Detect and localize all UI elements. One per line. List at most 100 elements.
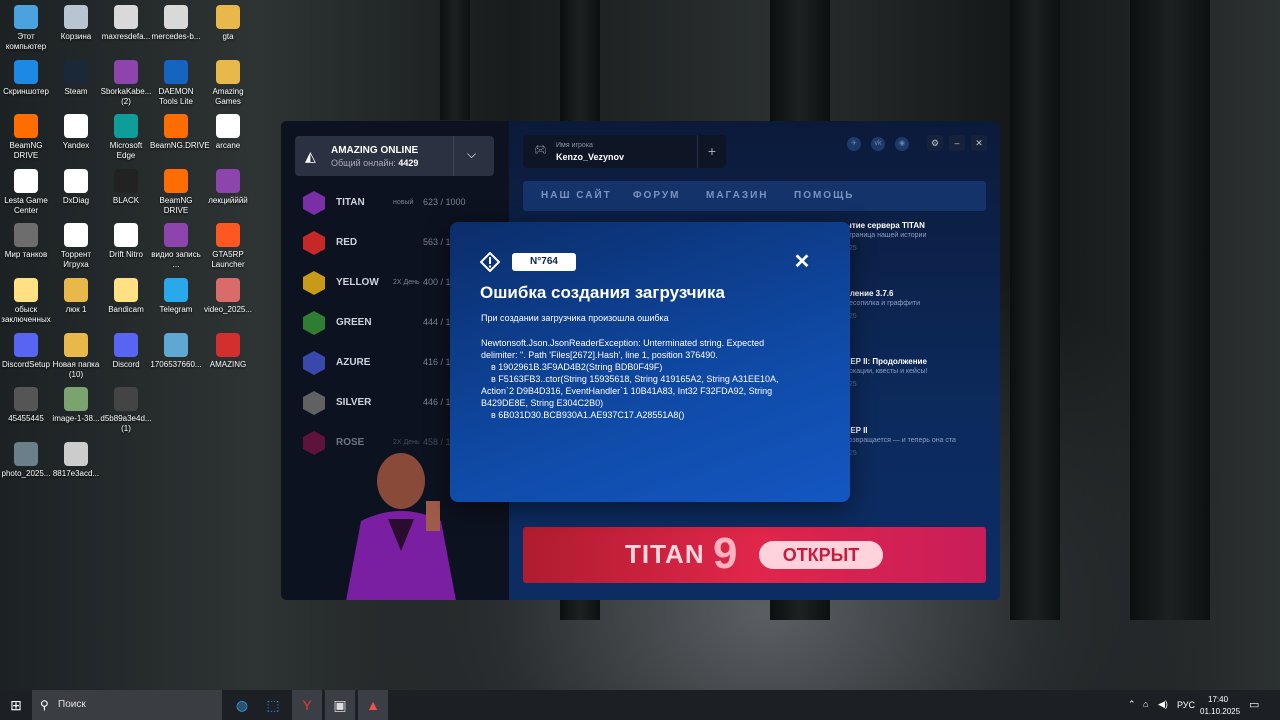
desktop-icon[interactable]: mercedes-b...	[150, 5, 202, 42]
desktop-icon-label: d5b89a3e4d... (1)	[100, 414, 152, 434]
close-icon[interactable]: ✕	[793, 252, 811, 272]
close-window-button[interactable]: ✕	[971, 135, 987, 151]
news-item[interactable]: вление 3.7.6 лесопилка и граффити 025	[845, 289, 920, 320]
chevron-down-icon[interactable]: ⌵	[467, 147, 476, 162]
server-item[interactable]: TITAN новый 623 / 1000	[303, 191, 503, 215]
amazing-launcher-icon[interactable]: ▲	[358, 690, 388, 720]
image-file-icon	[164, 5, 188, 29]
desktop-icon-label: BLACK	[112, 195, 140, 205]
desktop-icon[interactable]: Корзина	[50, 5, 102, 42]
clock-time[interactable]: 17:40	[1208, 695, 1228, 704]
desktop-icon-label: maxresdefa...	[101, 32, 151, 41]
nav-help[interactable]: ПОМОЩЬ	[794, 190, 854, 201]
add-player-button[interactable]: +	[697, 135, 726, 168]
player-name-label: Имя игрока	[556, 142, 593, 149]
server-name: RED	[336, 237, 358, 248]
desktop-icon-label: видио запись ...	[151, 250, 201, 270]
desktop-icon[interactable]: gta	[202, 5, 254, 42]
yandex-browser-icon[interactable]: Y	[292, 690, 322, 720]
file-explorer-icon[interactable]: ▣	[325, 690, 355, 720]
notifications-icon[interactable]: ▭	[1249, 698, 1259, 711]
screenshot-icon[interactable]: ⬚	[258, 690, 288, 720]
chevron-up-icon[interactable]: ⌃	[1128, 699, 1136, 710]
player-name-field[interactable]: 🎮︎ Имя игрока Kenzo_Vezynov +	[523, 135, 726, 168]
desktop-icon[interactable]: Этот компьютер	[0, 5, 52, 52]
nav-site[interactable]: НАШ САЙТ	[541, 190, 612, 201]
desktop-icon[interactable]: Мир танков	[0, 223, 52, 260]
desktop-icon[interactable]: Lesta Game Center	[0, 168, 52, 216]
desktop-icon[interactable]: d5b89a3e4d... (1)	[100, 387, 152, 434]
discord-icon	[14, 332, 38, 357]
desktop-icon[interactable]: SborkaKabe... (2)	[100, 59, 152, 107]
desktop-icon[interactable]: image-1-38...	[50, 387, 102, 424]
gta5rp-icon	[216, 223, 240, 248]
desktop-icon[interactable]: BeamNG.DRIVE	[150, 114, 210, 151]
desktop-icon[interactable]: maxresdefa...	[100, 5, 152, 42]
nav-shop[interactable]: МАГАЗИН	[706, 190, 769, 201]
desktop-icon[interactable]: Microsoft Edge	[100, 114, 152, 161]
video-file-icon	[216, 278, 240, 302]
desktop-icon[interactable]: BLACK	[100, 168, 152, 206]
server-name: TITAN	[336, 197, 365, 208]
desktop-icon[interactable]: photo_2025...	[0, 441, 52, 479]
desktop-icon[interactable]: Bandicam	[100, 278, 152, 315]
desktop-icon[interactable]: arcane	[202, 114, 254, 151]
desktop-icon[interactable]: 8817e3acd...	[50, 441, 102, 479]
archive-icon	[216, 168, 240, 193]
desktop-icon[interactable]: Новая папка (10)	[50, 332, 102, 380]
desktop-icon-label: mercedes-b...	[151, 32, 201, 41]
desktop-icon[interactable]: DiscordSetup	[0, 332, 52, 370]
desktop-icon[interactable]: Скриншотер	[0, 59, 52, 97]
desktop-icon[interactable]: DxDiag	[50, 168, 102, 206]
document-icon	[64, 223, 88, 248]
edge-icon[interactable]: ◍	[228, 690, 256, 720]
desktop-icon[interactable]: DAEMON Tools Lite	[150, 59, 202, 107]
daemon-tools-icon	[164, 59, 188, 84]
gear-icon[interactable]: ⚙	[927, 135, 943, 151]
telegram-icon[interactable]: ✈	[847, 137, 861, 151]
vk-icon[interactable]: vk	[871, 137, 885, 151]
windows-start-icon[interactable]: ⊞	[0, 690, 32, 720]
online-count: Общий онлайн: 4429	[331, 158, 419, 168]
discord-icon[interactable]: ◉	[895, 137, 909, 151]
desktop-icon[interactable]: video_2025...	[202, 278, 254, 315]
desktop-icon[interactable]: BeamNG DRIVE	[150, 168, 202, 216]
news-item[interactable]: EEP II: Продолжение локации, квесты и ке…	[845, 357, 927, 388]
volume-icon[interactable]: ◀)	[1158, 699, 1168, 710]
desktop-icon[interactable]: Торрент Игруха	[50, 223, 102, 270]
desktop-icon[interactable]: лекцийййй	[202, 168, 254, 206]
image-file-icon	[64, 441, 88, 466]
search-box[interactable]: ⚲ Поиск	[32, 690, 222, 720]
desktop-icon[interactable]: 45455445	[0, 387, 52, 424]
desktop-icon[interactable]: Steam	[50, 59, 102, 97]
desktop-icon-label: Telegram	[159, 305, 193, 314]
server-select[interactable]: ◭ AMAZING ONLINE Общий онлайн: 4429 ⌵	[295, 136, 494, 176]
desktop-icon[interactable]: Amazing Games	[202, 59, 254, 107]
error-details: Newtonsoft.Json.JsonReaderException: Unt…	[481, 338, 779, 420]
desktop-icon[interactable]: Telegram	[150, 278, 202, 315]
desktop-icon-label: 45455445	[8, 414, 44, 424]
desktop-icon[interactable]: GTA5RP Launcher	[202, 223, 254, 270]
desktop-icon[interactable]: видио запись ...	[150, 223, 202, 270]
server-hex-icon	[303, 351, 325, 375]
minimize-button[interactable]: –	[949, 135, 965, 151]
language-indicator[interactable]: РУС	[1177, 700, 1195, 710]
folder-icon	[216, 5, 240, 29]
network-icon[interactable]: ⌂	[1143, 699, 1148, 709]
desktop-icon[interactable]: Discord	[100, 332, 152, 370]
desktop-icon[interactable]: Drift Nitro	[100, 223, 152, 260]
clock-date[interactable]: 01.10.2025	[1200, 707, 1240, 716]
desktop-icon[interactable]: люк 1	[50, 278, 102, 315]
desktop-icon[interactable]: обыск заключенных	[0, 278, 52, 325]
desktop-icon[interactable]: AMAZING	[202, 332, 254, 370]
beamng-icon	[14, 114, 38, 139]
news-item[interactable]: ытие сервера TITAN страница нашей истори…	[845, 221, 926, 252]
desktop-icon[interactable]: 1706537660...	[150, 332, 202, 370]
news-item[interactable]: EEP II возвращается — и теперь она ста 0…	[845, 426, 956, 457]
desktop-icon[interactable]: Yandex	[50, 114, 102, 151]
promo-banner[interactable]: TITAN 9 ОТКРЫТ	[523, 527, 986, 583]
desktop-icon[interactable]: BeamNG DRIVE	[0, 114, 52, 161]
yandex-icon	[114, 223, 138, 248]
folder-icon	[64, 332, 88, 357]
nav-forum[interactable]: ФОРУМ	[633, 190, 680, 201]
